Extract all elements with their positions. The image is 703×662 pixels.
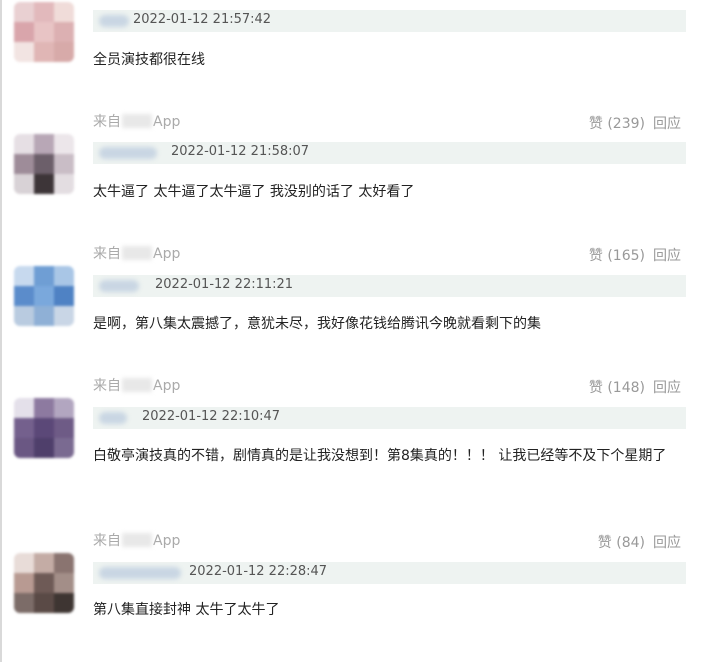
comment-timestamp: 2022-01-12 22:11:21	[155, 277, 294, 292]
avatar-pixel	[14, 306, 34, 326]
source-app-blurred	[122, 533, 152, 547]
avatar-pixel	[34, 418, 54, 438]
left-divider	[0, 0, 2, 662]
username-blurred[interactable]	[99, 147, 157, 159]
avatar[interactable]	[14, 553, 74, 613]
like-button[interactable]: 赞 (165)	[589, 248, 645, 264]
avatar-pixel	[34, 553, 54, 573]
avatar-pixel	[14, 553, 34, 573]
comment-meta: 2022-01-12 21:58:07	[93, 142, 686, 164]
avatar-pixel	[34, 438, 54, 458]
avatar[interactable]	[14, 266, 74, 326]
username-blurred[interactable]	[99, 567, 181, 579]
source-prefix: 来自	[93, 378, 121, 394]
comment-source: 来自 App	[93, 243, 180, 263]
username-blurred[interactable]	[99, 280, 139, 292]
avatar-pixel	[54, 306, 74, 326]
source-app-blurred	[122, 114, 152, 128]
comment-meta: 2022-01-12 22:10:47	[93, 407, 686, 429]
comment-text: 太牛逼了 太牛逼了太牛逼了 我没别的话了 太好看了	[93, 184, 415, 200]
avatar-pixel	[54, 266, 74, 286]
source-app-blurred	[122, 246, 152, 260]
comment-meta: 2022-01-12 22:28:47	[93, 562, 686, 584]
avatar-pixel	[34, 2, 54, 22]
avatar-pixel	[14, 418, 34, 438]
comment-source: 来自 App	[93, 111, 180, 131]
comment-actions: 赞 (239) 回应	[589, 113, 681, 133]
comment-actions: 赞 (148) 回应	[589, 377, 681, 397]
source-prefix: 来自	[93, 114, 121, 130]
avatar-pixel	[54, 2, 74, 22]
avatar-pixel	[34, 154, 54, 174]
comment-text: 是啊，第八集太震撼了，意犹未尽，我好像花钱给腾讯今晚就看剩下的集	[93, 316, 541, 332]
avatar-pixel	[14, 134, 34, 154]
username-blurred[interactable]	[99, 15, 129, 27]
comment-meta: 2022-01-12 21:57:42	[93, 10, 686, 32]
source-suffix: App	[153, 114, 181, 130]
avatar-pixel	[14, 154, 34, 174]
comment-actions: 赞 (84) 回应	[598, 532, 681, 552]
avatar-pixel	[34, 398, 54, 418]
reply-button[interactable]: 回应	[653, 535, 681, 551]
comment-timestamp: 2022-01-12 22:10:47	[142, 409, 281, 424]
avatar-pixel	[34, 306, 54, 326]
comment-timestamp: 2022-01-12 21:58:07	[171, 144, 310, 159]
reply-button[interactable]: 回应	[653, 248, 681, 264]
avatar-pixel	[34, 593, 54, 613]
avatar-pixel	[54, 154, 74, 174]
like-button[interactable]: 赞 (84)	[598, 535, 645, 551]
comment-meta: 2022-01-12 22:11:21	[93, 275, 686, 297]
comment-source: 来自 App	[93, 530, 180, 550]
source-prefix: 来自	[93, 533, 121, 549]
avatar-pixel	[14, 42, 34, 62]
comment-text: 白敬亭演技真的不错，剧情真的是让我没想到！第8集真的！！！ 让我已经等不及下个星…	[93, 448, 667, 464]
reply-button[interactable]: 回应	[653, 116, 681, 132]
source-prefix: 来自	[93, 246, 121, 262]
avatar-pixel	[54, 593, 74, 613]
avatar-pixel	[34, 286, 54, 306]
avatar-pixel	[14, 593, 34, 613]
comment-source: 来自 App	[93, 375, 180, 395]
avatar-pixel	[34, 573, 54, 593]
avatar[interactable]	[14, 398, 74, 458]
avatar-pixel	[34, 266, 54, 286]
avatar-pixel	[54, 398, 74, 418]
avatar-pixel	[14, 438, 34, 458]
avatar[interactable]	[14, 134, 74, 194]
like-button[interactable]: 赞 (148)	[589, 380, 645, 396]
avatar-pixel	[14, 573, 34, 593]
username-blurred[interactable]	[99, 412, 127, 424]
avatar-pixel	[34, 174, 54, 194]
avatar-pixel	[54, 553, 74, 573]
comment-text: 第八集直接封神 太牛了太牛了	[93, 602, 280, 618]
source-suffix: App	[153, 533, 181, 549]
like-button[interactable]: 赞 (239)	[589, 116, 645, 132]
source-app-blurred	[122, 378, 152, 392]
source-suffix: App	[153, 246, 181, 262]
avatar-pixel	[54, 134, 74, 154]
avatar-pixel	[54, 42, 74, 62]
avatar-pixel	[54, 286, 74, 306]
comment-actions: 赞 (165) 回应	[589, 245, 681, 265]
reply-button[interactable]: 回应	[653, 380, 681, 396]
comment-timestamp: 2022-01-12 22:28:47	[189, 564, 328, 579]
avatar[interactable]	[14, 2, 74, 62]
avatar-pixel	[34, 42, 54, 62]
avatar-pixel	[14, 2, 34, 22]
avatar-pixel	[14, 22, 34, 42]
avatar-pixel	[54, 22, 74, 42]
avatar-pixel	[54, 174, 74, 194]
avatar-pixel	[54, 438, 74, 458]
avatar-pixel	[34, 22, 54, 42]
avatar-pixel	[54, 418, 74, 438]
avatar-pixel	[14, 398, 34, 418]
comment-text: 全员演技都很在线	[93, 52, 205, 68]
avatar-pixel	[14, 174, 34, 194]
avatar-pixel	[34, 134, 54, 154]
avatar-pixel	[14, 286, 34, 306]
comment-timestamp: 2022-01-12 21:57:42	[133, 12, 272, 27]
avatar-pixel	[54, 573, 74, 593]
source-suffix: App	[153, 378, 181, 394]
avatar-pixel	[14, 266, 34, 286]
